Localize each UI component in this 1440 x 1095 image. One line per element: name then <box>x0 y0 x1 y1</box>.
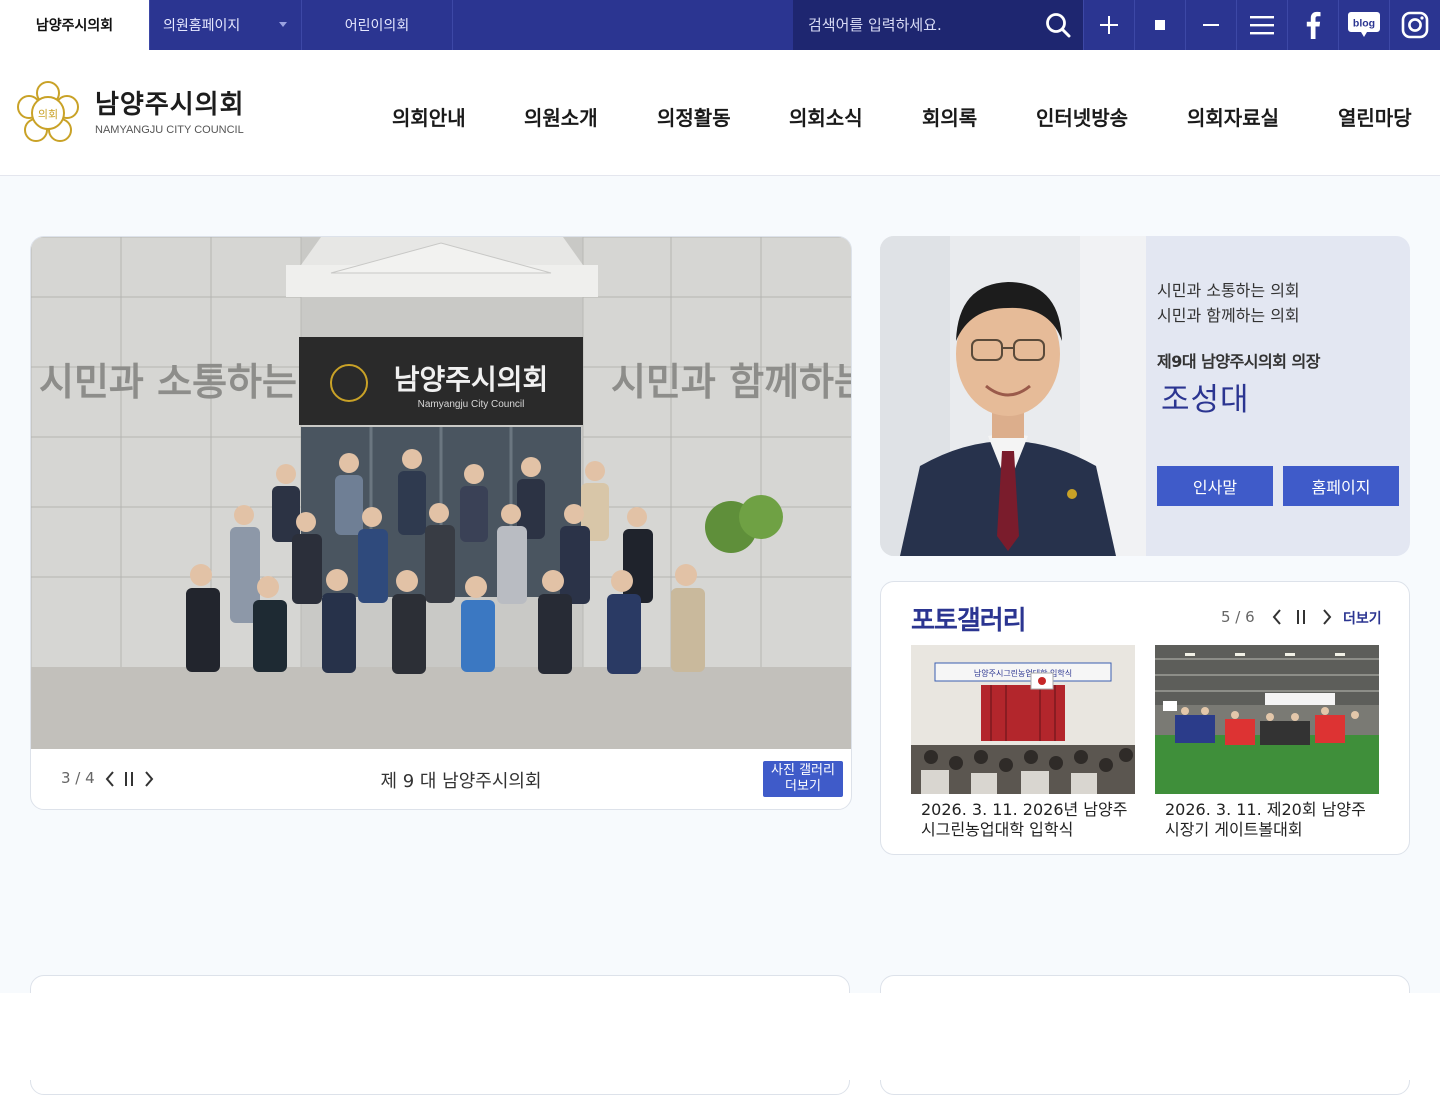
greeting-button[interactable]: 인사말 <box>1157 466 1273 506</box>
chairperson-homepage-button[interactable]: 홈페이지 <box>1283 466 1399 506</box>
gallery-thumbnail <box>1155 645 1379 794</box>
slogan-line-1: 시민과 소통하는 의회 <box>1157 281 1300 300</box>
tab-member-homepage-label: 의원홈페이지 <box>163 18 241 34</box>
nav-news[interactable]: 의회소식 <box>789 102 863 131</box>
nav-broadcast[interactable]: 인터넷방송 <box>1036 102 1128 131</box>
gallery-item-caption: 2026. 3. 11. 2026년 남양주시그린농업대학 입학식 <box>921 800 1128 839</box>
gallery-pause-button[interactable] <box>1292 607 1310 627</box>
chairperson-photo <box>880 236 1146 556</box>
gallery-next-button[interactable] <box>1318 607 1336 627</box>
zoom-in-icon <box>1100 16 1118 34</box>
chairperson-box: 시민과 소통하는 의회 시민과 함께하는 의회 제9대 남양주시의회 의장 조성… <box>880 236 1410 556</box>
nav-open-forum[interactable]: 열린마당 <box>1338 102 1412 131</box>
photo-gallery: 포토갤러리 5 / 6 더보기 남양주시그린농업대학 입학식 2026. 3. … <box>880 581 1410 855</box>
tab-council-home-label: 남양주시의회 <box>35 18 114 34</box>
svg-text:blog: blog <box>1353 18 1375 30</box>
main-visual-slider: 시민과 소통하는 시민과 함께하는 남양주시의회 Namyangju City … <box>30 236 852 810</box>
page-bottom-blank <box>0 993 1440 1080</box>
tab-children-council-label: 어린이의회 <box>344 18 410 34</box>
main-content: 시민과 소통하는 시민과 함께하는 남양주시의회 Namyangju City … <box>0 176 1440 1095</box>
caret-down-icon <box>279 22 287 27</box>
gallery-thumbnail: 남양주시그린농업대학 입학식 <box>911 645 1135 794</box>
tab-children-council[interactable]: 어린이의회 <box>302 0 453 50</box>
chairperson-role: 제9대 남양주시의회 의장 <box>1157 352 1320 371</box>
slogan-line-2: 시민과 함께하는 의회 <box>1157 306 1300 325</box>
nav-council-guide[interactable]: 의회안내 <box>392 102 466 131</box>
svg-text:시민과 소통하는: 시민과 소통하는 <box>39 360 297 404</box>
search-button[interactable] <box>1033 0 1083 50</box>
instagram-icon <box>1401 11 1429 39</box>
blog-icon: blog <box>1348 12 1380 37</box>
zoom-out-icon <box>1203 24 1219 26</box>
svg-text:남양주시의회: 남양주시의회 <box>394 363 549 396</box>
slide-caption: 제 9 대 남양주시의회 <box>380 771 542 792</box>
search-icon <box>1046 13 1071 38</box>
blog-link[interactable]: blog <box>1338 0 1389 50</box>
search-box <box>793 0 1083 50</box>
svg-text:남양주시그린농업대학 입학식: 남양주시그린농업대학 입학식 <box>974 668 1072 678</box>
sitemap-menu-button[interactable] <box>1236 0 1287 50</box>
chevron-left-icon <box>1272 609 1281 625</box>
photo-gallery-more-label-1: 사진 갤러리 <box>771 763 835 778</box>
zoom-reset-icon <box>1155 20 1165 30</box>
svg-text:시민과 함께하는: 시민과 함께하는 <box>611 360 852 404</box>
nav-activities[interactable]: 의정활동 <box>657 102 731 131</box>
gallery-more-link[interactable]: 더보기 <box>1343 608 1382 628</box>
tab-member-homepage-dropdown[interactable]: 의원홈페이지 <box>150 0 302 50</box>
facebook-link[interactable] <box>1287 0 1338 50</box>
photo-gallery-more-button[interactable]: 사진 갤러리 더보기 <box>763 761 843 797</box>
nav-archive[interactable]: 의회자료실 <box>1187 102 1279 131</box>
chairperson-slogan: 시민과 소통하는 의회 시민과 함께하는 의회 <box>1157 278 1300 328</box>
zoom-in-button[interactable] <box>1083 0 1134 50</box>
tab-council-home[interactable]: 남양주시의회 <box>0 0 150 50</box>
instagram-link[interactable] <box>1389 0 1440 50</box>
zoom-reset-button[interactable] <box>1134 0 1185 50</box>
gallery-prev-button[interactable] <box>1268 607 1286 627</box>
council-group-photo[interactable]: 시민과 소통하는 시민과 함께하는 남양주시의회 Namyangju City … <box>31 237 852 749</box>
main-navigation: 의회안내 의원소개 의정활동 의회소식 회의록 인터넷방송 의회자료실 열린마당 <box>0 102 1440 132</box>
gallery-item[interactable]: 2026. 3. 11. 제20회 남양주시장기 게이트볼대회 <box>1155 645 1379 840</box>
visual-controls: 3 / 4 제 9 대 남양주시의회 사진 갤러리 더보기 <box>31 749 851 809</box>
nav-members[interactable]: 의원소개 <box>524 102 598 131</box>
chairperson-name: 조성대 <box>1161 382 1250 418</box>
photo-gallery-more-label-2: 더보기 <box>785 779 821 794</box>
svg-text:Namyangju City Council: Namyangju City Council <box>418 399 525 410</box>
gallery-item[interactable]: 남양주시그린농업대학 입학식 2026. 3. 11. 2026년 남양주시그린… <box>911 645 1135 840</box>
gallery-item-caption: 2026. 3. 11. 제20회 남양주시장기 게이트볼대회 <box>1165 800 1366 839</box>
top-utility-bar: 남양주시의회 의원홈페이지 어린이의회 검색어를 입력하세요. blog <box>0 0 1440 50</box>
facebook-icon <box>1306 11 1321 39</box>
site-header: 의회 남양주시의회 NAMYANGJU CITY COUNCIL 의회안내 의원… <box>0 50 1440 176</box>
zoom-out-button[interactable] <box>1185 0 1236 50</box>
menu-icon <box>1250 16 1274 35</box>
chevron-right-icon <box>1323 609 1332 625</box>
pause-icon <box>1297 610 1305 624</box>
nav-minutes[interactable]: 회의록 <box>922 102 977 131</box>
search-input[interactable] <box>793 0 1033 50</box>
photo-gallery-title: 포토갤러리 <box>911 606 1027 636</box>
gallery-counter: 5 / 6 <box>1221 608 1255 626</box>
